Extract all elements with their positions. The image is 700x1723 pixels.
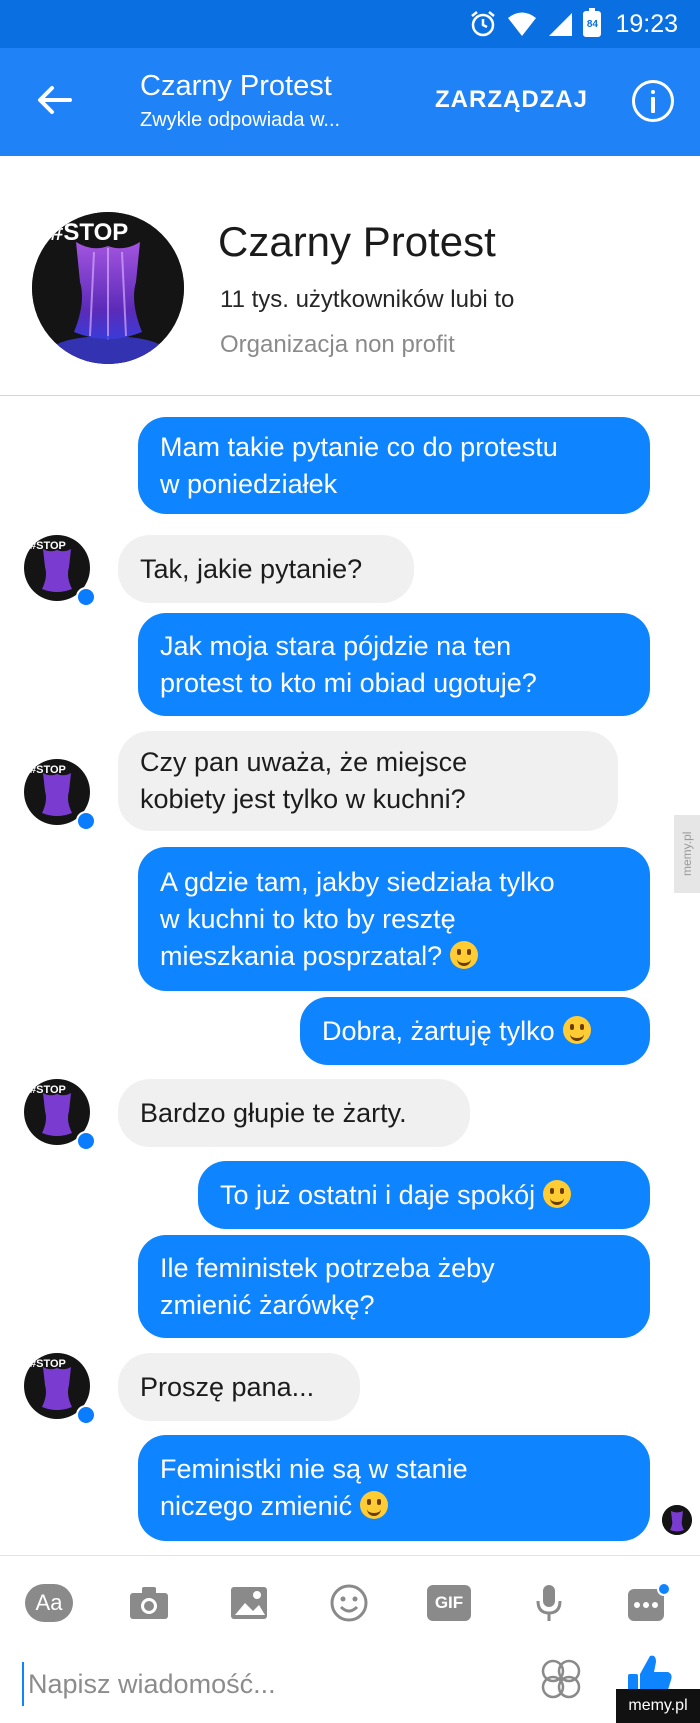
message-text: Proszę pana... — [140, 1371, 315, 1402]
avatar-stop-text: #STOP — [30, 1358, 66, 1370]
page-category: Organizacja non profit — [220, 331, 455, 358]
messenger-screen: 84 19:23 Czarny Protest Zwykle odpowiada… — [0, 0, 700, 1723]
manage-button[interactable]: ZARZĄDZAJ — [435, 86, 588, 114]
page-likes: 11 tys. użytkowników lubi to — [220, 286, 515, 313]
voice-button[interactable] — [524, 1578, 574, 1628]
avatar-stop-text: #STOP — [50, 219, 128, 246]
message-bubble-incoming[interactable]: Tak, jakie pytanie? — [118, 535, 414, 603]
emoji-button[interactable] — [324, 1578, 374, 1628]
sender-avatar[interactable]: #STOP — [24, 759, 98, 833]
message-input[interactable] — [22, 1662, 502, 1706]
message-text: kobiety jest tylko w kuchni? — [140, 784, 466, 814]
message-bubble-outgoing[interactable]: Jak moja stara pójdzie na ten protest to… — [138, 613, 650, 716]
text-format-button[interactable]: Aa — [24, 1578, 74, 1628]
avatar-stop-text: #STOP — [30, 1084, 66, 1096]
avatar-stop-text: #STOP — [30, 764, 66, 776]
clock: 19:23 — [615, 9, 678, 38]
page-avatar[interactable]: #STOP — [32, 212, 184, 364]
message-text: w kuchni to kto by resztę — [160, 903, 456, 934]
back-arrow-icon[interactable] — [34, 80, 74, 120]
messenger-badge-icon — [76, 1405, 96, 1425]
message-bubble-incoming[interactable]: Proszę pana... — [118, 1353, 360, 1421]
corset-icon — [662, 1505, 692, 1535]
image-icon — [231, 1587, 267, 1619]
message-text: w poniedziałek — [160, 468, 338, 499]
messenger-badge-icon — [76, 587, 96, 607]
conversation-header: Czarny Protest Zwykle odpowiada w... ZAR… — [0, 48, 700, 156]
grinning-face-icon — [450, 940, 479, 969]
message-bubble-outgoing[interactable]: To już ostatni i daje spokój — [198, 1161, 650, 1229]
sender-avatar[interactable]: #STOP — [24, 535, 98, 609]
status-icons: 84 19:23 — [469, 8, 678, 40]
sticker-button[interactable] — [538, 1656, 584, 1702]
message-text: mieszkania posprzatal? — [160, 940, 443, 971]
composer-toolbar: Aa GIF — [0, 1578, 700, 1628]
message-text: Ile feministek potrzeba żeby — [160, 1252, 495, 1283]
message-text: Jak moja stara pójdzie na ten — [160, 630, 512, 661]
message-text: Tak, jakie pytanie? — [140, 553, 363, 584]
message-text: Bardzo głupie te żarty. — [140, 1097, 407, 1128]
message-bubble-outgoing[interactable]: A gdzie tam, jakby siedziała tylko w kuc… — [138, 847, 650, 991]
seen-indicator-avatar — [662, 1505, 692, 1535]
gif-label: GIF — [434, 1593, 464, 1612]
emoji-icon — [330, 1584, 368, 1622]
camera-icon — [130, 1587, 168, 1619]
wifi-icon — [508, 12, 537, 36]
conversation-title-block[interactable]: Czarny Protest Zwykle odpowiada w... — [140, 68, 440, 136]
message-text: Mam takie pytanie co do protestu — [160, 431, 558, 462]
message-bubble-incoming[interactable]: Czy pan uważa, że miejsce kobiety jest t… — [118, 731, 618, 831]
sticker-icon — [541, 1659, 581, 1699]
messenger-badge-icon — [76, 811, 96, 831]
message-bubble-outgoing[interactable]: Dobra, żartuję tylko — [300, 997, 650, 1065]
message-text: niczego zmienić — [160, 1491, 353, 1521]
message-text: Czy pan uważa, że miejsce — [140, 747, 468, 777]
message-text: To już ostatni i daje spokój — [220, 1179, 536, 1210]
sender-avatar[interactable]: #STOP — [24, 1353, 98, 1427]
slightly-smiling-face-icon — [543, 1179, 572, 1208]
message-bubble-outgoing[interactable]: Ile feministek potrzeba żeby zmienić żar… — [138, 1235, 650, 1338]
message-text: Feministki nie są w stanie — [160, 1454, 468, 1484]
message-bubble-incoming[interactable]: Bardzo głupie te żarty. — [118, 1079, 470, 1147]
page-profile-card: #STOP Czarny Protest 11 tys. użytkownikó… — [0, 156, 700, 396]
composer-input-row — [0, 1644, 700, 1723]
sender-avatar[interactable]: #STOP — [24, 1079, 98, 1153]
smiling-face-with-open-mouth-icon — [360, 1491, 389, 1519]
camera-button[interactable] — [124, 1578, 174, 1628]
corset-icon: #STOP — [32, 212, 184, 364]
message-bubble-outgoing[interactable]: Feministki nie są w stanie niczego zmien… — [138, 1435, 650, 1541]
winking-face-icon — [562, 1015, 591, 1044]
page-name: Czarny Protest — [218, 218, 496, 265]
gallery-button[interactable] — [224, 1578, 274, 1628]
side-watermark: memy.pl — [674, 815, 700, 893]
aa-label: Aa — [35, 1590, 63, 1615]
message-text: A gdzie tam, jakby siedziała tylko — [160, 866, 555, 897]
message-text: protest to kto mi obiad ugotuje? — [160, 667, 537, 698]
alarm-icon — [471, 11, 496, 37]
message-composer: Aa GIF Napisz wiadomość... memy.pl — [0, 1555, 700, 1723]
more-button[interactable] — [624, 1578, 674, 1628]
signal-icon — [549, 13, 573, 36]
battery-level: 84 — [586, 18, 598, 30]
aa-icon: Aa — [25, 1584, 73, 1622]
info-icon[interactable] — [632, 80, 674, 122]
more-icon — [628, 1582, 671, 1621]
message-thread: Mam takie pytanie co do protestu w ponie… — [0, 397, 700, 1555]
message-text: Dobra, żartuję tylko — [322, 1015, 555, 1046]
gif-icon: GIF — [427, 1585, 471, 1621]
conversation-title: Czarny Protest — [140, 70, 332, 102]
avatar-stop-text: #STOP — [30, 540, 66, 552]
response-time-subtitle: Zwykle odpowiada w... — [140, 109, 341, 131]
status-bar: 84 19:23 — [0, 0, 700, 48]
messenger-badge-icon — [76, 1131, 96, 1151]
message-text: zmienić żarówkę? — [160, 1289, 375, 1320]
message-bubble-outgoing[interactable]: Mam takie pytanie co do protestu w ponie… — [138, 417, 650, 514]
battery-icon: 84 — [583, 8, 602, 37]
gif-button[interactable]: GIF — [424, 1578, 474, 1628]
memy-watermark: memy.pl — [616, 1689, 700, 1723]
microphone-icon — [536, 1585, 562, 1621]
